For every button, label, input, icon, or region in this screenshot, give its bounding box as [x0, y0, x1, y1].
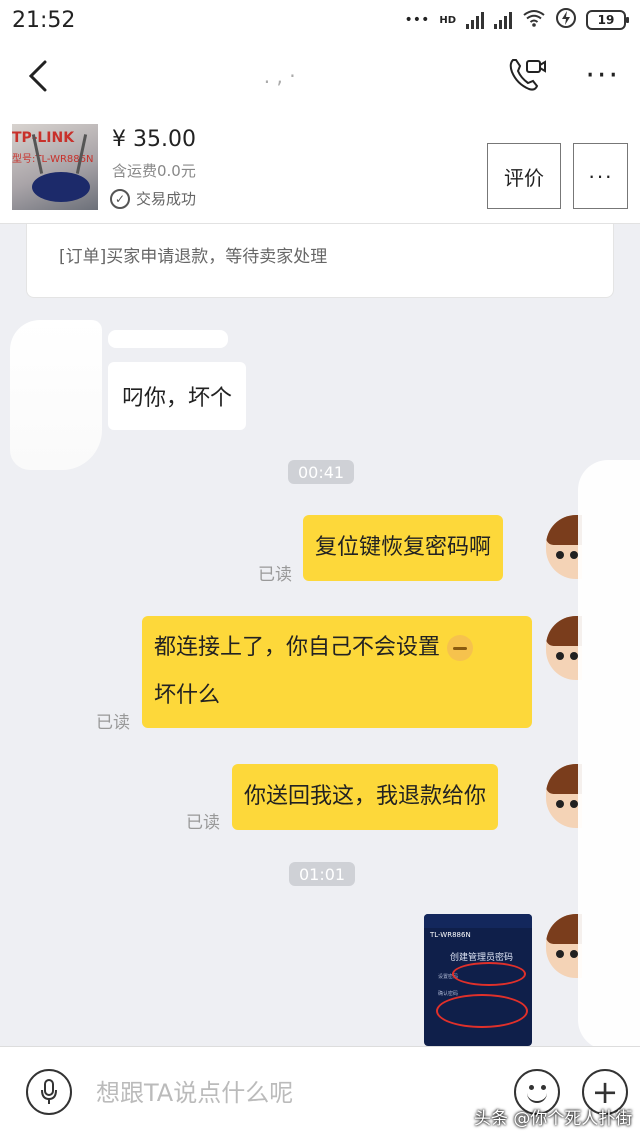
rate-button[interactable]: 评价	[487, 143, 561, 209]
check-icon: ✓	[110, 188, 130, 209]
more-icon[interactable]: ···	[585, 61, 620, 91]
product-bar: TP-LINK 型号:TL-WR886N ¥ 35.00 含运费0.0元 ✓ 交…	[0, 112, 640, 224]
read-receipt: 已读	[258, 565, 292, 585]
my-avatar[interactable]	[546, 616, 582, 680]
nav-actions: ···	[507, 56, 620, 96]
wifi-icon	[522, 9, 546, 31]
my-avatar[interactable]	[546, 764, 582, 828]
network-label: HD	[439, 14, 456, 26]
timestamp: 00:41	[288, 460, 355, 484]
outgoing-message[interactable]: 复位键恢复密码啊	[303, 515, 504, 581]
timestamp: 01:01	[289, 862, 356, 886]
message-line-2: 坏什么	[154, 683, 221, 708]
chat-title: . , ·	[263, 64, 296, 88]
battery-icon: 19	[586, 10, 629, 30]
signal-icon	[466, 11, 484, 29]
image-title: TL-WR886N	[430, 931, 471, 939]
voice-button[interactable]	[26, 1069, 72, 1115]
image-status-bar	[424, 914, 532, 928]
router-image	[32, 172, 90, 202]
incoming-message[interactable]: 叼你，坏个	[108, 362, 247, 430]
outgoing-message[interactable]: 你送回我这，我退款给你	[232, 764, 499, 830]
outgoing-message-multiline[interactable]: 都连接上了，你自己不会设置 坏什么	[142, 616, 532, 728]
signal-icon-2	[494, 11, 512, 29]
image-message[interactable]: TL-WR886N 创建管理员密码 设置密码 确认密码	[424, 914, 532, 1046]
read-receipt: 已读	[186, 813, 220, 833]
product-more-button[interactable]: ···	[573, 143, 628, 209]
message-line-1: 都连接上了，你自己不会设置	[154, 635, 441, 660]
nav-bar: . , · ···	[0, 40, 640, 112]
trade-status-label: 交易成功	[136, 190, 197, 208]
charging-icon	[556, 8, 576, 32]
status-time: 21:52	[12, 7, 76, 33]
redaction-scribble	[578, 460, 640, 1050]
order-notice[interactable]: [订单]买家申请退款，等待卖家处理	[26, 224, 614, 298]
microphone-icon	[41, 1079, 57, 1104]
image-heading: 创建管理员密码	[450, 953, 514, 963]
contact-avatar[interactable]	[10, 320, 102, 470]
message-line: 都连接上了，你自己不会设置	[154, 624, 520, 672]
status-bar: 21:52 ••• HD 19	[0, 0, 640, 40]
annotation-circle	[452, 962, 526, 986]
read-receipt: 已读	[96, 713, 130, 733]
my-avatar[interactable]	[546, 914, 582, 978]
product-price: ¥ 35.00	[112, 127, 196, 152]
shipping-info: 含运费0.0元	[112, 162, 196, 180]
thumb-brand: TP-LINK	[12, 130, 75, 146]
sender-name	[108, 330, 228, 348]
sweat-emoji-icon	[447, 635, 474, 661]
watermark: 头条 @你个死人扑街	[474, 1109, 633, 1129]
trade-status: ✓ 交易成功	[110, 188, 196, 209]
dots-icon: •••	[404, 12, 430, 28]
status-icons: ••• HD 19	[404, 8, 629, 32]
annotation-circle	[436, 994, 528, 1028]
back-icon[interactable]	[28, 58, 52, 94]
my-avatar[interactable]	[546, 515, 582, 579]
message-input[interactable]	[96, 1073, 496, 1113]
video-call-icon[interactable]	[507, 56, 547, 96]
product-thumbnail[interactable]: TP-LINK 型号:TL-WR886N	[12, 124, 98, 210]
